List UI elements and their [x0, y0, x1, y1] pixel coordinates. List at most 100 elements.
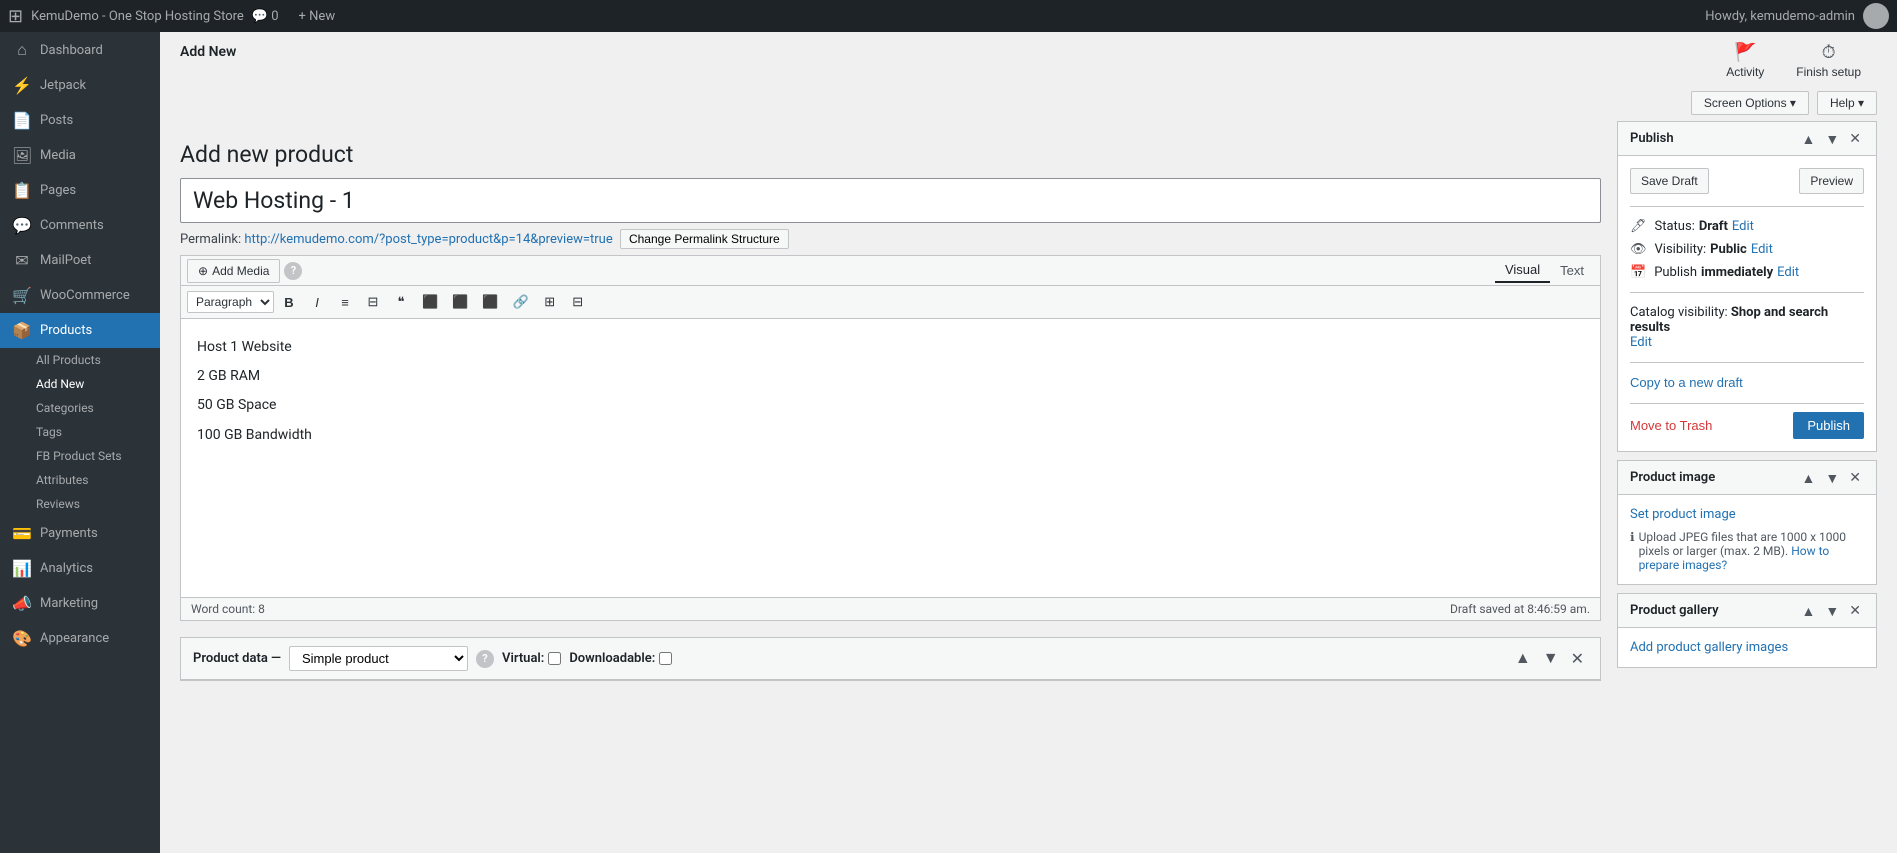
align-center-button[interactable]: ⬛	[446, 290, 474, 314]
sidebar-item-woocommerce[interactable]: 🛒 WooCommerce	[0, 278, 160, 313]
finish-setup-button[interactable]: ⏱ Finish setup	[1780, 36, 1877, 85]
product-gallery-up[interactable]: ▲	[1799, 603, 1819, 619]
sidebar-item-categories[interactable]: Categories	[0, 396, 160, 420]
save-draft-button[interactable]: Save Draft	[1630, 168, 1709, 194]
blockquote-button[interactable]: ❝	[388, 290, 414, 314]
publish-time-value: immediately	[1701, 265, 1773, 280]
product-type-select[interactable]: Simple product Grouped product External/…	[289, 646, 468, 671]
sidebar-item-jetpack[interactable]: ⚡ Jetpack	[0, 68, 160, 103]
activity-button[interactable]: 🚩 Activity	[1710, 36, 1780, 85]
fullscreen-button[interactable]: ⊟	[565, 290, 591, 314]
italic-button[interactable]: I	[304, 291, 330, 314]
separator-1	[1630, 206, 1864, 207]
sidebar-item-tags[interactable]: Tags	[0, 420, 160, 444]
ordered-list-button[interactable]: ⊟	[360, 290, 386, 314]
product-data-down-button[interactable]: ▼	[1539, 649, 1563, 669]
permalink-url[interactable]: http://kemudemo.com/?post_type=product&p…	[244, 232, 612, 247]
publish-collapse-up[interactable]: ▲	[1799, 131, 1819, 147]
main-content: Add New 🚩 Activity ⏱ Finish setup Screen…	[160, 32, 1897, 853]
product-image-down[interactable]: ▼	[1822, 470, 1842, 486]
mailpoet-icon: ✉	[12, 251, 32, 270]
sidebar-item-marketing[interactable]: 📣 Marketing	[0, 586, 160, 621]
set-product-image-link[interactable]: Set product image	[1630, 507, 1736, 522]
sidebar-item-fb-product-sets[interactable]: FB Product Sets	[0, 444, 160, 468]
sidebar-item-posts[interactable]: 📄 Posts	[0, 103, 160, 138]
sidebar-label-comments: Comments	[40, 218, 104, 233]
screen-options-button[interactable]: Screen Options ▾	[1691, 91, 1809, 115]
admin-menu: ⌂ Dashboard ⚡ Jetpack 📄 Posts 🖼 Media 📋 …	[0, 32, 160, 853]
sidebar-item-all-products[interactable]: All Products	[0, 348, 160, 372]
help-button[interactable]: Help ▾	[1817, 91, 1877, 115]
comments-icon: 💬	[12, 216, 32, 235]
comment-count-btn[interactable]: 💬 0	[244, 9, 287, 24]
sidebar-item-analytics[interactable]: 📊 Analytics	[0, 551, 160, 586]
downloadable-label: Downloadable:	[569, 651, 672, 666]
publish-button[interactable]: Publish	[1793, 412, 1864, 439]
paragraph-select[interactable]: Paragraph	[187, 291, 274, 313]
sidebar-label-analytics: Analytics	[40, 561, 93, 576]
wp-logo-icon[interactable]: ⊞	[8, 6, 23, 27]
admin-bar-right: Howdy, kemudemo-admin	[1705, 3, 1889, 29]
catalog-visibility-edit-link[interactable]: Edit	[1630, 335, 1652, 350]
product-gallery-close[interactable]: ✕	[1846, 602, 1864, 619]
product-data-up-button[interactable]: ▲	[1511, 649, 1535, 669]
sidebar-item-mailpoet[interactable]: ✉ MailPoet	[0, 243, 160, 278]
more-button[interactable]: ⊞	[537, 290, 563, 314]
activity-icon: 🚩	[1734, 42, 1756, 63]
separator-3	[1630, 362, 1864, 363]
text-tab[interactable]: Text	[1550, 258, 1594, 283]
visibility-edit-link[interactable]: Edit	[1751, 242, 1773, 257]
product-image-controls: ▲ ▼ ✕	[1799, 469, 1864, 486]
pages-icon: 📋	[12, 181, 32, 200]
change-permalink-button[interactable]: Change Permalink Structure	[620, 229, 789, 249]
product-image-close[interactable]: ✕	[1846, 469, 1864, 486]
editor-help-icon[interactable]: ?	[284, 262, 302, 280]
product-image-up[interactable]: ▲	[1799, 470, 1819, 486]
status-edit-link[interactable]: Edit	[1732, 219, 1754, 234]
new-content-btn[interactable]: + New	[291, 9, 344, 24]
sidebar-item-attributes[interactable]: Attributes	[0, 468, 160, 492]
finish-setup-icon: ⏱	[1822, 42, 1836, 63]
sidebar-label-posts: Posts	[40, 113, 73, 128]
product-data-help-icon[interactable]: ?	[476, 650, 494, 668]
link-button[interactable]: 🔗	[507, 290, 535, 314]
product-gallery-title: Product gallery	[1630, 603, 1719, 618]
sidebar-item-reviews[interactable]: Reviews	[0, 492, 160, 516]
align-left-button[interactable]: ⬛	[416, 290, 444, 314]
top-right-actions: 🚩 Activity ⏱ Finish setup	[1710, 36, 1877, 85]
site-name[interactable]: KemuDemo - One Stop Hosting Store	[31, 9, 244, 24]
virtual-checkbox[interactable]	[548, 652, 561, 665]
publish-close[interactable]: ✕	[1846, 130, 1864, 147]
editor-body[interactable]: Host 1 Website 2 GB RAM 50 GB Space 100 …	[180, 318, 1601, 598]
sidebar-item-comments[interactable]: 💬 Comments	[0, 208, 160, 243]
product-image-title: Product image	[1630, 470, 1715, 485]
product-gallery-down[interactable]: ▼	[1822, 603, 1842, 619]
sidebar-item-dashboard[interactable]: ⌂ Dashboard	[0, 32, 160, 68]
sidebar-item-appearance[interactable]: 🎨 Appearance	[0, 621, 160, 656]
sidebar-label-payments: Payments	[40, 526, 98, 541]
preview-button[interactable]: Preview	[1799, 168, 1864, 194]
editor-toolbar: Paragraph B I ≡ ⊟ ❝ ⬛ ⬛ ⬛ 🔗 ⊞ ⊟	[180, 285, 1601, 318]
product-title-input[interactable]	[180, 178, 1601, 223]
add-gallery-link[interactable]: Add product gallery images	[1630, 640, 1788, 655]
downloadable-checkbox[interactable]	[659, 652, 672, 665]
publish-collapse-down[interactable]: ▼	[1822, 131, 1842, 147]
page-header-title: Add New	[180, 36, 236, 85]
add-media-button[interactable]: ⊕ Add Media	[187, 259, 280, 283]
sidebar-item-add-new[interactable]: Add New	[0, 372, 160, 396]
sidebar-item-pages[interactable]: 📋 Pages	[0, 173, 160, 208]
sidebar-item-products[interactable]: 📦 Products	[0, 313, 160, 348]
bold-button[interactable]: B	[276, 291, 302, 314]
posts-icon: 📄	[12, 111, 32, 130]
sidebar-label-mailpoet: MailPoet	[40, 253, 91, 268]
product-data-close-button[interactable]: ✕	[1567, 649, 1588, 669]
unordered-list-button[interactable]: ≡	[332, 291, 358, 314]
sidebar-item-payments[interactable]: 💳 Payments	[0, 516, 160, 551]
publish-time-edit-link[interactable]: Edit	[1777, 265, 1799, 280]
sidebar-item-media[interactable]: 🖼 Media	[0, 138, 160, 173]
copy-draft-button[interactable]: Copy to a new draft	[1630, 375, 1743, 390]
visual-tab[interactable]: Visual	[1495, 258, 1550, 283]
publish-time-label: Publish	[1654, 265, 1697, 280]
move-to-trash-button[interactable]: Move to Trash	[1630, 418, 1712, 433]
align-right-button[interactable]: ⬛	[476, 290, 504, 314]
